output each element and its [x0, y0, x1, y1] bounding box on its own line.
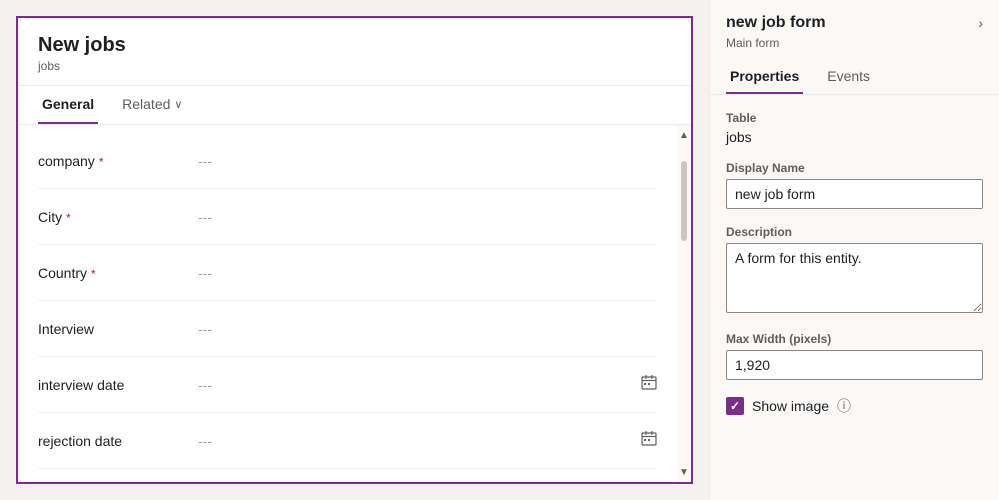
right-panel: new job form › Main form Properties Even…: [709, 0, 999, 500]
calendar-icon: [641, 374, 657, 395]
panel-header: new job form › Main form Properties Even…: [710, 0, 999, 95]
field-row-company[interactable]: company* ---: [38, 133, 657, 189]
panel-tabs: Properties Events: [726, 60, 983, 94]
field-label-rejection-date: rejection date: [38, 433, 198, 449]
panel-title-row: new job form ›: [726, 14, 983, 32]
tab-properties[interactable]: Properties: [726, 60, 803, 94]
left-panel: New jobs jobs General Related ∨ company*…: [0, 0, 709, 500]
display-name-input[interactable]: [726, 179, 983, 209]
field-label-city: City*: [38, 209, 198, 225]
info-icon[interactable]: ⓘ: [837, 396, 851, 416]
field-value-interview: ---: [198, 321, 657, 337]
field-label-country: Country*: [38, 265, 198, 281]
table-label: Table: [726, 111, 983, 125]
calendar-icon-2: [641, 430, 657, 451]
form-title: New jobs: [38, 34, 671, 57]
max-width-section: Max Width (pixels): [726, 332, 983, 380]
field-label-company: company*: [38, 153, 198, 169]
table-value: jobs: [726, 129, 983, 145]
form-body: company* --- City* --- Country* ---: [18, 125, 691, 482]
panel-chevron-right-icon[interactable]: ›: [978, 15, 983, 31]
scroll-area: ▲ ▼: [677, 125, 691, 482]
scroll-up-button[interactable]: ▲: [678, 129, 690, 141]
field-label-interview-date: interview date: [38, 377, 198, 393]
required-indicator: *: [91, 267, 96, 281]
scroll-thumb: [681, 141, 687, 466]
chevron-down-icon: ∨: [174, 98, 182, 111]
tab-related[interactable]: Related ∨: [118, 86, 186, 124]
show-image-row: ✓ Show image ⓘ: [726, 396, 983, 416]
required-indicator: *: [99, 155, 104, 169]
form-tabs: General Related ∨: [18, 86, 691, 125]
scroll-down-button[interactable]: ▼: [678, 466, 690, 478]
panel-title: new job form: [726, 14, 826, 32]
form-header: New jobs jobs: [18, 18, 691, 86]
tab-general[interactable]: General: [38, 86, 98, 124]
field-value-rejection-date: ---: [198, 433, 641, 449]
display-name-label: Display Name: [726, 161, 983, 175]
field-row-city[interactable]: City* ---: [38, 189, 657, 245]
field-value-company: ---: [198, 153, 657, 169]
form-container: New jobs jobs General Related ∨ company*…: [16, 16, 693, 484]
tab-events[interactable]: Events: [823, 60, 874, 94]
description-section: Description A form for this entity.: [726, 225, 983, 316]
check-icon: ✓: [730, 399, 740, 413]
form-fields: company* --- City* --- Country* ---: [18, 125, 677, 482]
field-label-interview: Interview: [38, 321, 198, 337]
field-row-rejection-date[interactable]: rejection date ---: [38, 413, 657, 469]
field-row-country[interactable]: Country* ---: [38, 245, 657, 301]
description-textarea[interactable]: A form for this entity.: [726, 243, 983, 313]
panel-subtitle: Main form: [726, 36, 983, 50]
description-label: Description: [726, 225, 983, 239]
max-width-input[interactable]: [726, 350, 983, 380]
field-row-interview-date[interactable]: interview date ---: [38, 357, 657, 413]
panel-body: Table jobs Display Name Description A fo…: [710, 95, 999, 500]
max-width-label: Max Width (pixels): [726, 332, 983, 346]
field-value-interview-date: ---: [198, 377, 641, 393]
field-value-city: ---: [198, 209, 657, 225]
form-subtitle: jobs: [38, 59, 671, 73]
field-value-country: ---: [198, 265, 657, 281]
scroll-thumb-inner: [681, 161, 687, 241]
show-image-checkbox[interactable]: ✓: [726, 397, 744, 415]
display-name-section: Display Name: [726, 161, 983, 209]
table-section: Table jobs: [726, 111, 983, 145]
show-image-label: Show image: [752, 398, 829, 414]
required-indicator: *: [66, 211, 71, 225]
field-row-interview[interactable]: Interview ---: [38, 301, 657, 357]
